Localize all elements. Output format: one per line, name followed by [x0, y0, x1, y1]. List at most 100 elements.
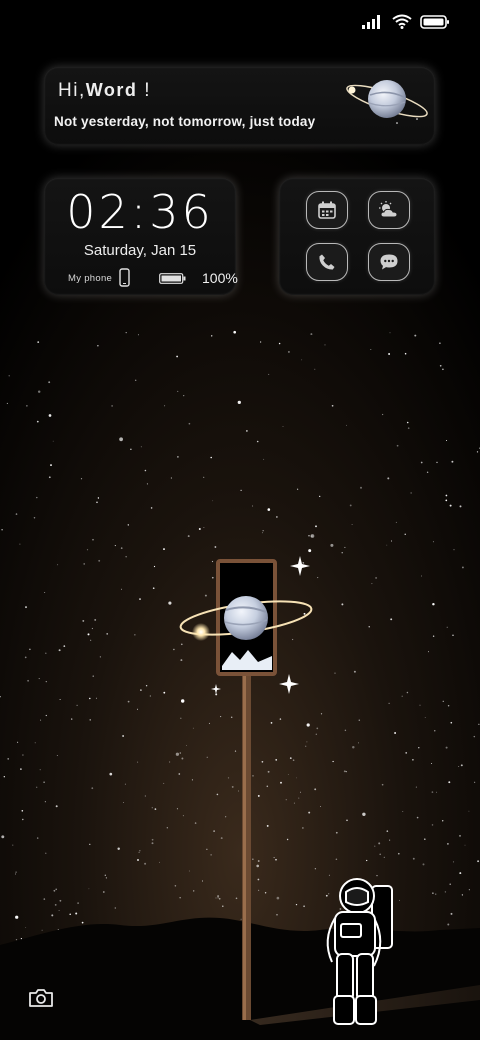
star: [186, 745, 187, 747]
star: [36, 786, 38, 788]
star: [55, 888, 57, 891]
star: [432, 541, 434, 543]
smartphone-icon: [119, 268, 130, 287]
star: [383, 856, 385, 858]
message-icon: [380, 254, 398, 270]
star: [301, 359, 303, 361]
greeting-title: Hi,Word !: [58, 80, 151, 102]
star: [296, 777, 297, 779]
phone-button[interactable]: [306, 243, 348, 281]
star: [422, 863, 425, 866]
star: [181, 699, 185, 703]
star: [6, 402, 8, 404]
star: [450, 912, 453, 915]
calendar-button[interactable]: [306, 191, 348, 229]
star: [449, 883, 451, 886]
star: [320, 806, 322, 807]
clock-time: 02:36: [66, 185, 214, 239]
star: [41, 929, 43, 931]
star: [203, 476, 205, 478]
star: [15, 513, 18, 515]
star: [58, 649, 61, 652]
star: [1, 835, 5, 839]
star: [431, 824, 434, 826]
wallpaper: [0, 0, 480, 1040]
star: [240, 918, 242, 920]
greeting-exclamation: !: [144, 80, 151, 101]
star: [234, 750, 237, 752]
star: [381, 413, 384, 416]
star: [291, 638, 294, 641]
star: [404, 352, 407, 355]
star: [222, 905, 224, 907]
star: [458, 766, 460, 767]
star: [424, 717, 426, 718]
star: [94, 618, 97, 621]
star: [183, 394, 185, 397]
star: [418, 747, 420, 749]
star: [268, 373, 270, 375]
star: [477, 860, 480, 863]
star: [252, 775, 254, 777]
star: [345, 424, 347, 426]
star: [37, 341, 40, 343]
star: [109, 772, 113, 776]
star: [305, 745, 307, 747]
greeting-widget[interactable]: Hi,Word ! Not yesterday, not tomorrow, j…: [44, 67, 435, 145]
star: [447, 843, 449, 845]
star: [182, 815, 184, 817]
camera-button[interactable]: [26, 986, 56, 1010]
star: [3, 776, 5, 778]
star: [449, 504, 452, 507]
star: [315, 525, 317, 528]
star: [225, 816, 227, 818]
star: [315, 733, 317, 735]
star: [134, 379, 137, 382]
star: [198, 528, 201, 530]
star: [98, 559, 101, 562]
star: [402, 811, 404, 812]
star: [12, 844, 14, 846]
star: [22, 754, 24, 756]
star: [163, 691, 166, 694]
weather-button[interactable]: [368, 191, 410, 229]
star: [89, 843, 91, 845]
star: [123, 801, 124, 803]
star: [468, 810, 470, 812]
star: [178, 773, 181, 775]
clock-widget[interactable]: 02:36 Saturday, Jan 15 My phone 100%: [44, 178, 238, 295]
star: [25, 606, 27, 609]
star: [52, 440, 54, 442]
star: [293, 802, 295, 804]
star: [25, 927, 27, 929]
star: [474, 781, 476, 783]
star: [292, 759, 295, 762]
star: [114, 907, 116, 909]
star: [388, 702, 390, 704]
star: [90, 639, 92, 641]
star: [324, 344, 326, 346]
star: [191, 779, 193, 781]
messages-button[interactable]: [368, 243, 410, 281]
star: [220, 716, 222, 718]
star: [177, 390, 179, 392]
star: [436, 461, 438, 464]
star: [264, 892, 267, 894]
star: [169, 761, 171, 763]
star: [194, 822, 197, 824]
star: [343, 770, 346, 773]
star: [217, 897, 219, 899]
star: [40, 719, 42, 721]
star: [144, 862, 147, 865]
star: [276, 516, 278, 518]
star: [27, 679, 29, 682]
star: [125, 556, 127, 558]
star: [127, 700, 130, 703]
star: [344, 546, 346, 548]
star: [96, 501, 98, 504]
star: [217, 895, 220, 898]
star: [412, 857, 415, 860]
star: [210, 854, 212, 856]
star: [448, 781, 451, 784]
star: [263, 458, 265, 460]
